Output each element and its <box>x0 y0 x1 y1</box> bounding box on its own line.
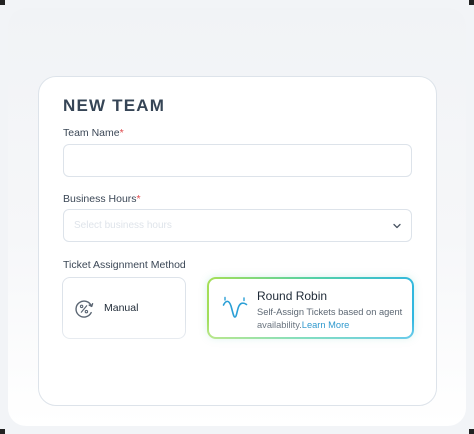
round-robin-option-card[interactable]: Round Robin Self-Assign Tickets based on… <box>207 277 414 339</box>
assignment-method-label: Ticket Assignment Method <box>63 259 186 271</box>
round-robin-option-inner: Round Robin Self-Assign Tickets based on… <box>209 279 412 337</box>
page-title: NEW TEAM <box>63 96 166 115</box>
chevron-down-icon[interactable] <box>392 221 402 231</box>
team-name-input[interactable] <box>63 144 412 177</box>
business-hours-label: Business Hours* <box>63 193 141 205</box>
corner-mark-top-left <box>0 0 5 5</box>
round-robin-option-label: Round Robin <box>257 289 328 303</box>
business-hours-label-text: Business Hours <box>63 193 137 205</box>
manual-option-label: Manual <box>104 302 139 314</box>
manual-percent-icon <box>75 300 94 318</box>
manual-option-card[interactable]: Manual <box>62 277 186 339</box>
business-hours-required-mark: * <box>136 193 141 205</box>
team-name-required-mark: * <box>119 127 124 139</box>
new-team-card: NEW TEAM Team Name* Business Hours* Sele… <box>38 76 437 406</box>
business-hours-selected-value: Select business hours <box>74 220 172 231</box>
business-hours-select[interactable]: Select business hours <box>63 209 412 242</box>
round-robin-wave-icon <box>222 296 248 318</box>
round-robin-description: Self-Assign Tickets based on agent avail… <box>257 306 407 332</box>
corner-mark-bottom-right <box>469 429 474 434</box>
team-name-label-text: Team Name <box>63 127 120 139</box>
corner-mark-top-right <box>469 0 474 5</box>
corner-mark-bottom-left <box>0 429 5 434</box>
team-name-label: Team Name* <box>63 127 124 139</box>
learn-more-link[interactable]: Learn More <box>302 320 350 330</box>
